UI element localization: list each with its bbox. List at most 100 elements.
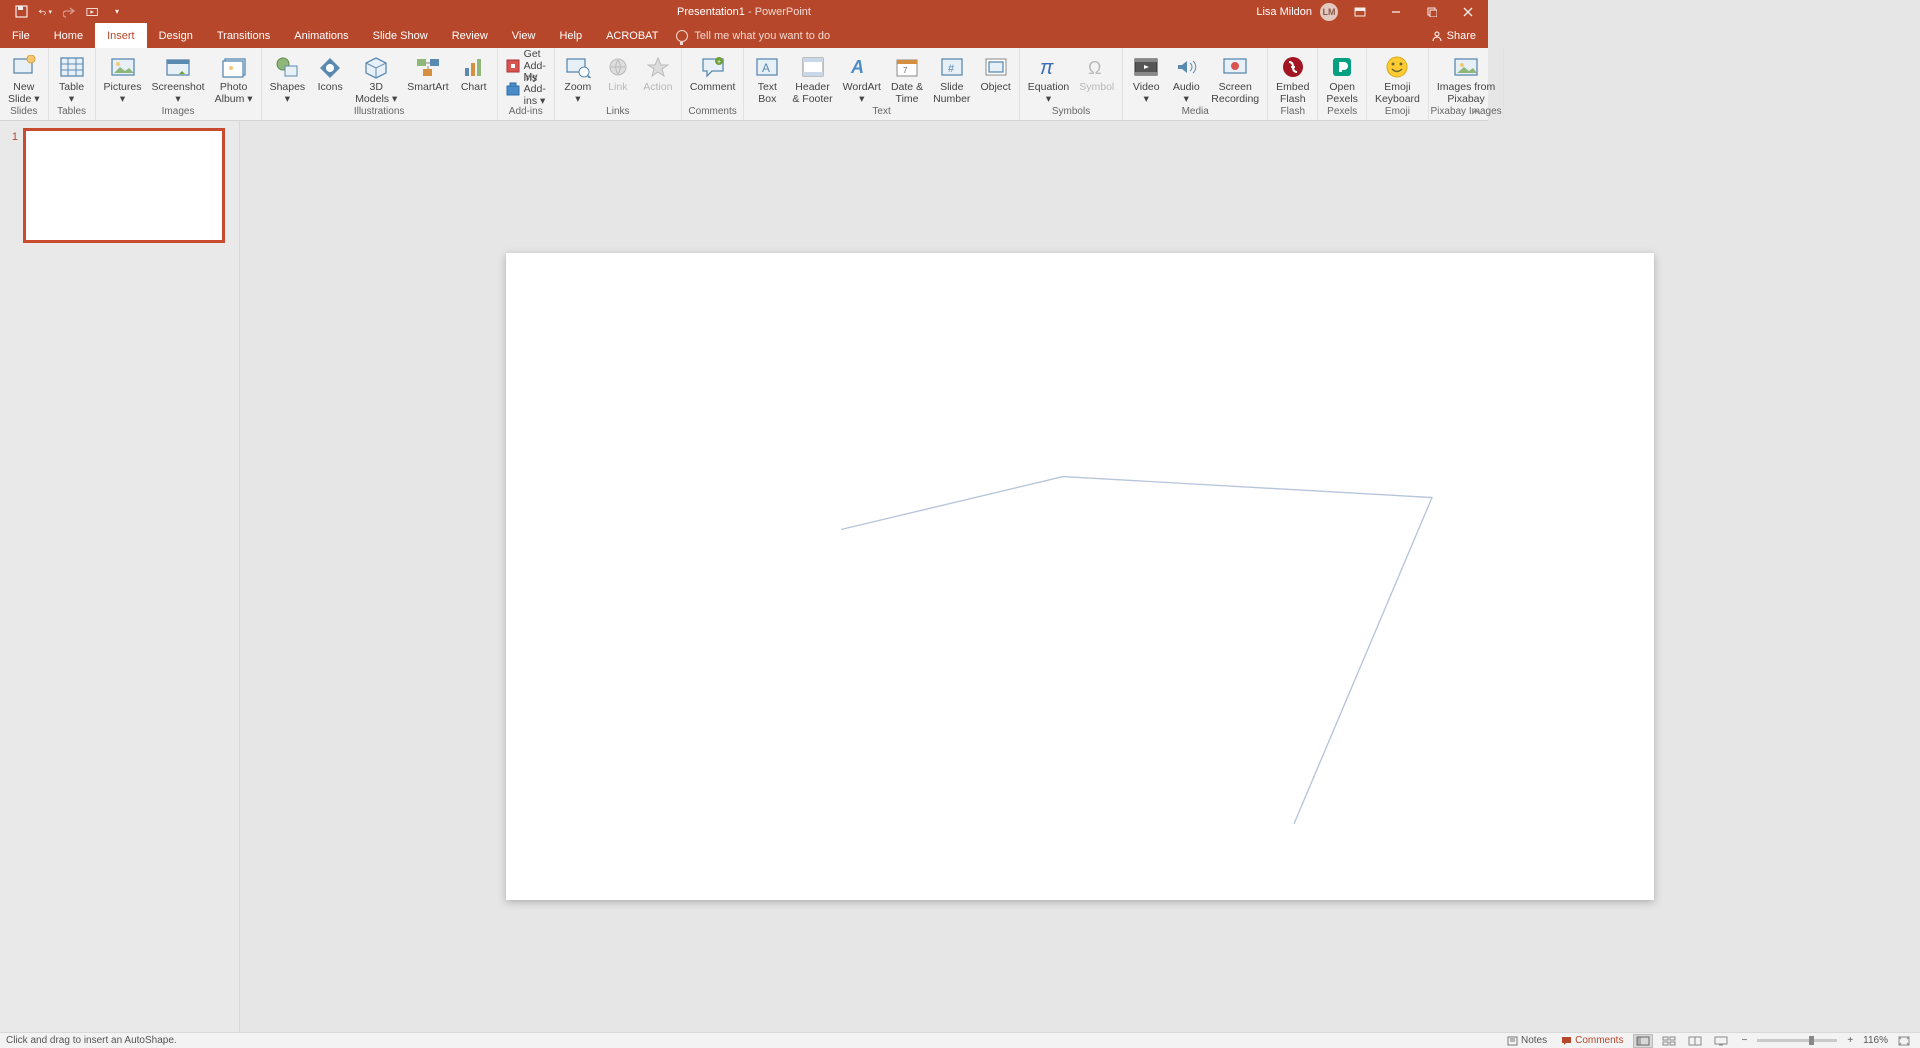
chart-button[interactable]: Chart [455,52,493,93]
screenshot-button[interactable]: Screenshot ▾ [147,52,208,105]
tab-help[interactable]: Help [547,23,594,48]
shapes-button[interactable]: Shapes ▾ [266,52,310,105]
pixabay-button[interactable]: Images from Pixabay [1433,52,1499,105]
object-icon [983,54,1009,80]
my-addins-button[interactable]: My Add-ins ▾ [502,79,550,99]
group-label: Media [1123,106,1267,120]
header-footer-button[interactable]: Header & Footer [788,52,836,105]
icons-icon [317,54,343,80]
tab-design[interactable]: Design [147,23,205,48]
ribbon-tabs: FileHomeInsertDesignTransitionsAnimation… [0,23,1488,48]
account-name[interactable]: Lisa Mildon [1256,6,1312,18]
equation-button[interactable]: πEquation ▾ [1024,52,1073,105]
start-from-beginning-icon[interactable] [86,5,100,19]
table-button[interactable]: Table ▾ [53,52,91,105]
redo-icon[interactable] [62,5,76,19]
group-label: Emoji [1367,106,1428,120]
reading-view-button[interactable] [1685,1034,1705,1048]
tab-slide-show[interactable]: Slide Show [361,23,440,48]
slide-editor[interactable] [240,121,1920,1032]
slide-sorter-view-button[interactable] [1659,1034,1679,1048]
collapse-ribbon-icon[interactable] [1470,106,1482,118]
notes-icon [1507,1036,1518,1046]
text-box-button[interactable]: AText Box [748,52,786,105]
tab-acrobat[interactable]: ACROBAT [594,23,670,48]
video-button[interactable]: Video ▾ [1127,52,1165,105]
comments-button[interactable]: Comments [1557,1035,1627,1046]
zoom-out-button[interactable]: − [1737,1035,1751,1046]
new-slide-icon [11,54,37,80]
tab-view[interactable]: View [500,23,548,48]
icons-button[interactable]: Icons [311,52,349,93]
3d-models-button[interactable]: 3D Models ▾ [351,52,401,105]
zoom-slider-thumb[interactable] [1809,1036,1814,1045]
date-time-button[interactable]: 7Date & Time [887,52,927,105]
smartart-button[interactable]: SmartArt [403,52,452,93]
group-text: AText BoxHeader & FooterAWordArt ▾7Date … [744,48,1019,120]
open-pexels-button[interactable]: Open Pexels [1322,52,1362,105]
account-avatar[interactable]: LM [1320,3,1338,21]
tab-home[interactable]: Home [42,23,95,48]
group-label: Symbols [1020,106,1122,120]
screen-rec-icon [1222,54,1248,80]
app-name: PowerPoint [755,6,811,18]
zoom-level[interactable]: 116% [1863,1035,1888,1046]
emoji-kbd-button[interactable]: Emoji Keyboard [1371,52,1424,105]
qat-more-icon[interactable]: ▾ [110,5,124,19]
undo-icon[interactable]: ▾ [38,5,52,19]
slideshow-view-button[interactable] [1711,1034,1731,1048]
audio-button[interactable]: Audio ▾ [1167,52,1205,105]
group-images: Pictures ▾Screenshot ▾Photo Album ▾Image… [96,48,262,120]
group-label: Pixabay Images [1429,106,1503,120]
tab-file[interactable]: File [0,23,42,48]
slide-thumbnail[interactable]: 1 [0,129,239,242]
pictures-button[interactable]: Pictures ▾ [100,52,146,105]
comment-button[interactable]: +Comment [686,52,740,93]
status-hint: Click and drag to insert an AutoShape. [0,1035,177,1046]
tab-review[interactable]: Review [440,23,500,48]
new-slide-button[interactable]: New Slide ▾ [4,52,44,105]
ribbon-display-options-icon[interactable] [1346,1,1374,23]
group-label: Add-ins [498,106,554,120]
pixabay-icon [1453,54,1479,80]
object-button[interactable]: Object [976,52,1014,93]
wordart-button[interactable]: AWordArt ▾ [839,52,885,105]
fit-to-window-button[interactable] [1894,1034,1914,1048]
close-button[interactable] [1454,1,1482,23]
link-icon [605,54,631,80]
notes-button[interactable]: Notes [1503,1035,1551,1046]
date-time-icon: 7 [894,54,920,80]
svg-text:π: π [1040,57,1054,78]
3d-models-icon [363,54,389,80]
minimize-button[interactable] [1382,1,1410,23]
tab-insert[interactable]: Insert [95,23,147,48]
slide-number-button[interactable]: #Slide Number [929,52,974,105]
group-label: Pexels [1318,106,1366,120]
tab-transitions[interactable]: Transitions [205,23,282,48]
pictures-icon [110,54,136,80]
text-box-icon: A [754,54,780,80]
group-label: Images [96,106,261,120]
group-label: Illustrations [262,106,497,120]
zoom-button[interactable]: Zoom ▾ [559,52,597,105]
share-button[interactable]: Share [1431,23,1476,48]
save-icon[interactable] [14,5,28,19]
screen-rec-button[interactable]: Screen Recording [1207,52,1263,105]
slide-thumbnail-preview[interactable] [24,129,224,242]
zoom-slider[interactable] [1757,1039,1837,1042]
photo-album-button[interactable]: Photo Album ▾ [211,52,257,105]
status-bar: Click and drag to insert an AutoShape. N… [0,1032,1920,1048]
group-comments: +CommentComments [682,48,745,120]
zoom-in-button[interactable]: + [1843,1035,1857,1046]
freeform-shape[interactable] [506,253,1654,901]
tell-me[interactable]: Tell me what you want to do [676,23,830,48]
slide-canvas[interactable] [506,253,1654,900]
embed-flash-button[interactable]: Embed Flash [1272,52,1313,105]
normal-view-button[interactable] [1633,1034,1653,1048]
group-slides: New Slide ▾Slides [0,48,49,120]
maximize-button[interactable] [1418,1,1446,23]
tab-animations[interactable]: Animations [282,23,360,48]
slide-thumbnail-pane[interactable]: 1 [0,121,240,1032]
svg-text:Ω: Ω [1088,58,1101,78]
audio-icon [1173,54,1199,80]
